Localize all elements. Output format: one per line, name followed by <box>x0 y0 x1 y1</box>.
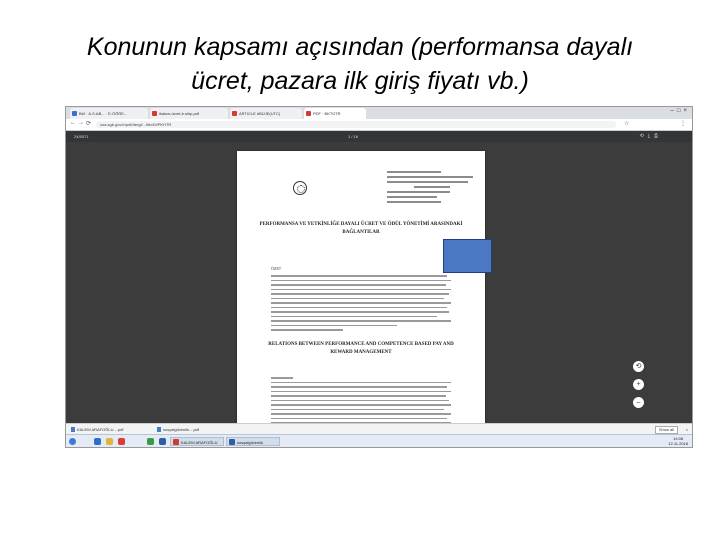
download-item-label: sosyalgüvenlik....pdf <box>163 427 200 432</box>
taskbar-app-1[interactable]: KALEM ARAFOĞLU <box>170 437 224 446</box>
pdf-app-icon <box>173 439 179 445</box>
english-abstract-text <box>271 377 451 423</box>
window-controls: –□× <box>671 108 690 114</box>
download-item-1[interactable]: KALEM ARAFOĞLU....pdf <box>70 425 150 434</box>
browser-tab-1[interactable]: B#I · A.S.AB... · E-ÖĞRE... <box>70 108 148 119</box>
fit-page-icon[interactable]: ⟲ <box>633 361 644 372</box>
pdf-toolbar: 24/5071 1 / 16 ⟲⤓⎙ <box>66 131 692 142</box>
pdf-favicon-icon <box>152 111 157 116</box>
menu-icon[interactable]: ⋮ <box>680 120 686 127</box>
url-input[interactable]: cua.sgb.gov.tr/pdf/dergi/...file/49/PKHT… <box>96 121 616 128</box>
taskbar-app-label: KALEM ARAFOĞLU <box>181 440 218 445</box>
tab-label: PDF · BKTÜTR <box>313 111 341 116</box>
abstract-label: ÖZET <box>271 266 282 271</box>
tab-label: B#I · A.S.AB... · E-ÖĞRE... <box>79 111 128 116</box>
browser-tab-3[interactable]: ARTICLE #BÜJE(UTC) <box>230 108 302 119</box>
show-all-downloads-button[interactable]: Show all <box>654 426 678 434</box>
file-explorer-icon[interactable] <box>106 438 113 445</box>
turkish-abstract-text <box>271 275 451 334</box>
address-bar-row: ← → ⟳ cua.sgb.gov.tr/pdf/dergi/...file/4… <box>66 119 692 131</box>
overlay-blue-rectangle <box>443 239 492 273</box>
bookmark-star-icon[interactable]: ☆ <box>624 120 629 127</box>
file-icon <box>71 427 75 432</box>
slide-title-line-1: Konunun kapsamı açısından (performansa d… <box>86 33 634 61</box>
system-clock[interactable]: 14:08 12.11.2018 <box>668 436 688 446</box>
forward-icon[interactable]: → <box>78 120 84 126</box>
back-icon[interactable]: ← <box>70 120 76 126</box>
zoom-in-icon[interactable]: + <box>633 379 644 390</box>
print-icon[interactable]: ⎙ <box>654 133 662 139</box>
file-icon <box>157 427 161 432</box>
browser-screenshot: B#I · A.S.AB... · E-ÖĞRE... ikaluw-ücret… <box>65 106 693 448</box>
taskbar-app-label: sosyalgüvenlik <box>237 440 264 445</box>
tab-favicon-icon <box>72 111 77 116</box>
chrome-icon[interactable] <box>147 438 154 445</box>
media-player-icon[interactable] <box>118 438 125 445</box>
university-header-text <box>387 171 477 206</box>
pdf-page: PERFORMANSA VE YETKİNLİĞE DAYALI ÜCRET V… <box>237 151 485 423</box>
rotate-icon[interactable]: ⟲ <box>640 133 648 139</box>
download-item-2[interactable]: sosyalgüvenlik....pdf <box>156 425 236 434</box>
pdf-filename: 24/5071 <box>74 134 89 139</box>
slide-title-line-2: ücret, pazara ilk giriş fiyatı vb.) <box>191 67 529 95</box>
pdf-favicon-icon <box>232 111 237 116</box>
clock-date: 12.11.2018 <box>668 441 688 446</box>
zoom-out-icon[interactable]: – <box>633 397 644 408</box>
taskbar-app-2[interactable]: sosyalgüvenlik <box>226 437 280 446</box>
tab-label: ARTICLE #BÜJE(UTC) <box>239 111 281 116</box>
reload-icon[interactable]: ⟳ <box>86 120 91 127</box>
word-app-icon <box>229 439 235 445</box>
pdf-favicon-icon <box>306 111 311 116</box>
close-icon[interactable]: × <box>683 108 690 114</box>
slide-title: Konunun kapsamı açısından (performansa d… <box>0 30 720 98</box>
browser-tab-2[interactable]: ikaluw-ücret-b.slirp.pdf <box>150 108 228 119</box>
browser-tab-4-active[interactable]: PDF · BKTÜTR <box>304 108 366 119</box>
internet-explorer-icon[interactable] <box>94 438 101 445</box>
windows-taskbar: KALEM ARAFOĞLU sosyalgüvenlik 14:08 12.1… <box>66 434 692 447</box>
start-button-icon[interactable] <box>69 438 76 445</box>
turkish-article-title: PERFORMANSA VE YETKİNLİĞE DAYALI ÜCRET V… <box>259 222 463 235</box>
word-icon[interactable] <box>159 438 166 445</box>
english-article-title: RELATIONS BETWEEN PERFORMANCE AND COMPET… <box>268 342 454 355</box>
download-item-label: KALEM ARAFOĞLU....pdf <box>77 427 124 432</box>
tab-label: ikaluw-ücret-b.slirp.pdf <box>159 111 200 116</box>
browser-tab-bar: B#I · A.S.AB... · E-ÖĞRE... ikaluw-ücret… <box>66 107 692 119</box>
university-logo-icon <box>293 181 307 195</box>
pdf-page-indicator[interactable]: 1 / 16 <box>348 131 358 142</box>
pdf-toolbar-actions: ⟲⤓⎙ <box>640 131 662 142</box>
